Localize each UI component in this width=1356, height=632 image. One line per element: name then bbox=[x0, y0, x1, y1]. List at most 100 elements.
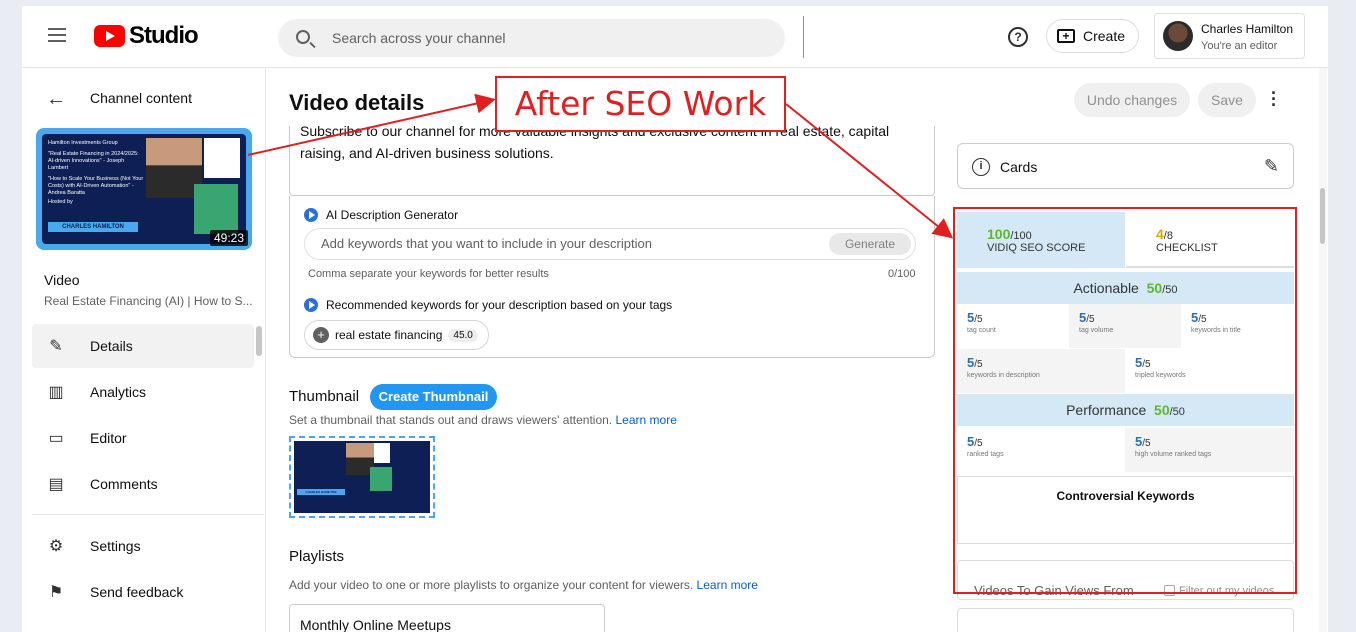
account-switcher[interactable]: Charles Hamilton You're an editor bbox=[1154, 13, 1305, 59]
metric-high-volume-ranked-tags: 5/5 high volume ranked tags bbox=[1125, 428, 1294, 472]
menu-icon[interactable] bbox=[48, 28, 66, 42]
metric-tag-count: 5/5 tag count bbox=[957, 304, 1069, 348]
gear-icon: ⚙ bbox=[48, 538, 64, 555]
sidebar-item-feedback[interactable]: ⚑ Send feedback bbox=[32, 570, 254, 614]
sidebar-item-details[interactable]: ✎ Details bbox=[32, 324, 254, 368]
thumbnail-speaker-photo-2 bbox=[194, 184, 238, 234]
thumbnail-heading: Thumbnail bbox=[289, 388, 360, 405]
cards-section[interactable]: i Cards ✎ bbox=[957, 143, 1294, 189]
search-icon bbox=[296, 30, 310, 44]
account-role: You're an editor bbox=[1201, 40, 1278, 52]
vidiq-icon bbox=[304, 298, 318, 312]
filter-checkbox[interactable] bbox=[1164, 585, 1175, 596]
video-title: Real Estate Financing (AI) | How to S... bbox=[44, 294, 253, 308]
metric-tripled-keywords: 5/5 tripled keywords bbox=[1125, 349, 1294, 393]
sidebar-item-label: Settings bbox=[90, 538, 141, 554]
studio-window: Studio Search across your channel ? + Cr… bbox=[22, 6, 1328, 632]
search-input[interactable]: Search across your channel bbox=[278, 19, 785, 57]
checklist-tab[interactable]: 4/8 CHECKLIST bbox=[1126, 212, 1294, 268]
info-icon: i bbox=[972, 158, 990, 176]
pencil-icon[interactable]: ✎ bbox=[1264, 156, 1279, 177]
help-icon[interactable]: ? bbox=[1008, 27, 1028, 47]
logo-text: Studio bbox=[129, 22, 199, 49]
main-content: Video details Undo changes Save · · · Subs… bbox=[267, 68, 1328, 632]
pencil-icon: ✎ bbox=[49, 338, 63, 355]
keywords-hint: Comma separate your keywords for better … bbox=[308, 268, 549, 280]
studio-logo[interactable]: Studio bbox=[94, 22, 199, 50]
seo-score-tab[interactable]: 100/100 VIDIQ SEO SCORE bbox=[957, 212, 1125, 268]
seo-score-label: VIDIQ SEO SCORE bbox=[987, 242, 1086, 254]
sidebar-item-settings[interactable]: ⚙ Settings bbox=[32, 524, 254, 568]
main-scrollbar-thumb[interactable] bbox=[1320, 188, 1325, 244]
keywords-placeholder: Add keywords that you want to include in… bbox=[321, 236, 652, 251]
sidebar-item-label: Send feedback bbox=[90, 584, 184, 600]
gain-title: Videos To Gain Views From bbox=[974, 583, 1134, 598]
performance-bar: Performance 50/50 bbox=[957, 394, 1294, 426]
vidiq-icon bbox=[304, 208, 318, 222]
sidebar-item-label: Analytics bbox=[90, 384, 147, 400]
playlists-description: Add your video to one or more playlists … bbox=[289, 578, 758, 592]
youtube-play-icon bbox=[94, 25, 125, 47]
sidebar-item-analytics[interactable]: ▥ Analytics bbox=[32, 370, 254, 414]
chip-label: real estate financing bbox=[335, 328, 443, 342]
gain-list bbox=[957, 608, 1294, 632]
metric-keywords-in-title: 5/5 keywords in title bbox=[1181, 304, 1294, 348]
ai-description-generator: AI Description Generator Add keywords th… bbox=[289, 196, 935, 358]
thumbnail-panel bbox=[372, 443, 390, 463]
back-arrow-icon[interactable]: ← bbox=[46, 88, 66, 111]
header-divider bbox=[803, 16, 804, 58]
avatar bbox=[1163, 21, 1193, 51]
thumbnail-speaker-photo-2 bbox=[370, 467, 392, 491]
sidebar-item-label: Comments bbox=[90, 476, 158, 492]
main-scrollbar[interactable] bbox=[1319, 68, 1327, 632]
analytics-icon: ▥ bbox=[48, 384, 64, 401]
thumbnail-host: CHARLES HAMILTON bbox=[297, 489, 345, 495]
generate-button[interactable]: Generate bbox=[829, 233, 911, 255]
keyword-chip[interactable]: + real estate financing 45.0 bbox=[304, 320, 489, 350]
playlist-select[interactable]: Monthly Online Meetups bbox=[289, 604, 605, 632]
checklist-label: CHECKLIST bbox=[1156, 242, 1218, 254]
more-options-icon[interactable]: · · · bbox=[1271, 84, 1277, 114]
video-label: Video bbox=[44, 272, 80, 288]
create-icon: + bbox=[1057, 29, 1075, 43]
top-bar: Studio Search across your channel ? + Cr… bbox=[22, 6, 1328, 68]
sidebar-item-label: Editor bbox=[90, 430, 127, 446]
filter-label: Filter out my videos bbox=[1179, 585, 1275, 597]
learn-more-link[interactable]: Learn more bbox=[697, 578, 758, 592]
feedback-icon: ⚑ bbox=[48, 584, 64, 601]
create-button[interactable]: + Create bbox=[1046, 19, 1139, 53]
metric-tag-volume: 5/5 tag volume bbox=[1069, 304, 1181, 348]
thumbnail-image: CHARLES HAMILTON bbox=[294, 441, 430, 513]
sidebar-item-label: Details bbox=[90, 338, 133, 354]
vidiq-seo-panel: 100/100 VIDIQ SEO SCORE 4/8 CHECKLIST Ac… bbox=[957, 212, 1294, 544]
create-thumbnail-button[interactable]: Create Thumbnail bbox=[370, 384, 497, 410]
sidebar-item-comments[interactable]: ▤ Comments bbox=[32, 462, 254, 506]
learn-more-link[interactable]: Learn more bbox=[616, 413, 677, 427]
editor-icon: ▭ bbox=[48, 430, 64, 447]
back-label[interactable]: Channel content bbox=[90, 90, 192, 106]
search-placeholder: Search across your channel bbox=[332, 30, 506, 46]
metric-ranked-tags: 5/5 ranked tags bbox=[957, 428, 1125, 472]
ai-generator-label: AI Description Generator bbox=[326, 208, 459, 222]
metric-keywords-in-description: 5/5 keywords in description bbox=[957, 349, 1125, 393]
thumbnail-option[interactable]: CHARLES HAMILTON bbox=[289, 436, 435, 518]
keywords-input[interactable]: Add keywords that you want to include in… bbox=[304, 228, 916, 260]
description-text: Subscribe to our channel for more valuab… bbox=[300, 126, 890, 161]
sidebar-divider bbox=[32, 514, 264, 515]
videos-to-gain-views: Videos To Gain Views From Filter out my … bbox=[957, 560, 1294, 600]
thumbnail-description: Set a thumbnail that stands out and draw… bbox=[289, 413, 677, 427]
thumbnail-text: Hamilton Investments Group "Real Estate … bbox=[48, 140, 144, 205]
save-button[interactable]: Save bbox=[1198, 83, 1256, 117]
video-thumbnail[interactable]: Hamilton Investments Group "Real Estate … bbox=[36, 128, 252, 250]
add-icon: + bbox=[313, 327, 329, 343]
description-field[interactable]: Subscribe to our channel for more valuab… bbox=[289, 126, 935, 196]
playlists-heading: Playlists bbox=[289, 548, 345, 565]
page-title: Video details bbox=[289, 90, 425, 115]
sidebar-item-editor[interactable]: ▭ Editor bbox=[32, 416, 254, 460]
sidebar-scrollbar[interactable] bbox=[256, 326, 262, 356]
account-name: Charles Hamilton bbox=[1201, 22, 1294, 36]
undo-changes-button[interactable]: Undo changes bbox=[1074, 83, 1190, 117]
sidebar: ← Channel content Hamilton Investments G… bbox=[22, 68, 266, 632]
seo-score: 100/100 bbox=[987, 226, 1032, 242]
thumbnail-host: CHARLES HAMILTON bbox=[48, 222, 138, 232]
